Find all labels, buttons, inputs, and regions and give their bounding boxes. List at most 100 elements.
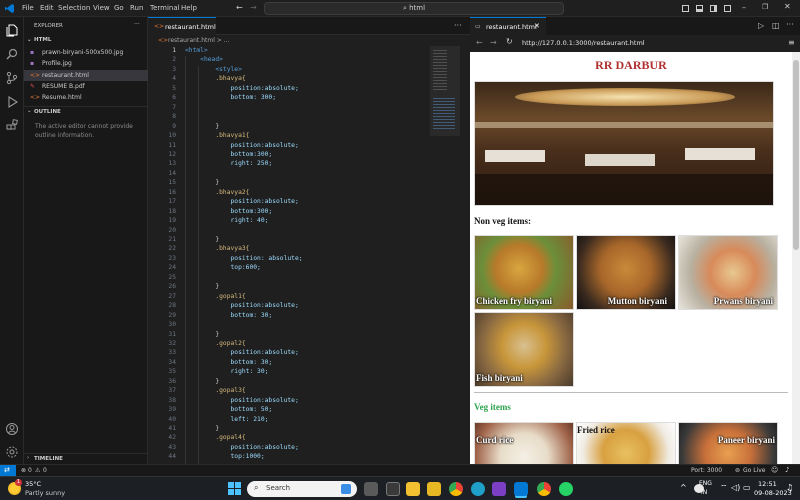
error-count[interactable]: 0 (28, 467, 32, 474)
code-line[interactable]: 18 bottom:300; (148, 207, 470, 216)
menu-edit[interactable]: Edit (40, 4, 54, 12)
code-line[interactable]: 43 position:absolute; (148, 443, 470, 452)
more-actions-icon[interactable]: ··· (134, 21, 140, 28)
show-hidden-icons[interactable]: ^ (680, 483, 687, 492)
menu-go[interactable]: Go (114, 4, 124, 12)
minimize-icon[interactable]: – (742, 3, 746, 12)
code-line[interactable]: 23 position: absolute; (148, 254, 470, 263)
code-line[interactable]: 10 .bhavya1{ (148, 131, 470, 140)
code-line[interactable]: 39 bottom: 50; (148, 405, 470, 414)
edge-icon[interactable] (471, 482, 485, 496)
code-line[interactable]: 30 (148, 320, 470, 329)
settings-gear-icon[interactable] (5, 445, 19, 459)
notifications-bell-icon[interactable]: ♪ (785, 466, 789, 474)
menu-run[interactable]: Run (130, 4, 143, 12)
code-line[interactable]: 31 } (148, 330, 470, 339)
language-eng[interactable]: ENG (699, 480, 712, 487)
code-line[interactable]: 16 .bhavya2{ (148, 188, 470, 197)
code-line[interactable]: 17 position:absolute; (148, 197, 470, 206)
battery-icon[interactable]: ▭ (743, 483, 751, 492)
go-live-button[interactable]: Go Live (743, 467, 765, 474)
browser-menu-icon[interactable]: ≡ (788, 38, 795, 47)
code-line[interactable]: 32 .gopal2{ (148, 339, 470, 348)
code-line[interactable]: 3 <style> (148, 65, 470, 74)
outline-title[interactable]: OUTLINE (34, 109, 61, 115)
clock-time[interactable]: 12:51 (758, 480, 777, 488)
minimap[interactable] (430, 46, 460, 136)
language-in[interactable]: IN (701, 489, 707, 496)
browser-more-icon[interactable]: ··· (786, 20, 794, 29)
folder-chevron-icon[interactable]: ⌄ (27, 37, 32, 43)
file-item[interactable]: <> Resume.html (30, 93, 142, 103)
code-line[interactable]: 35 right: 30; (148, 367, 470, 376)
visual-studio-icon[interactable] (492, 482, 506, 496)
toggle-sidebar-icon[interactable] (682, 5, 689, 12)
code-line[interactable]: 29 bottom: 30; (148, 311, 470, 320)
breadcrumb-path[interactable]: restaurant.html > ... (168, 37, 229, 44)
code-line[interactable]: 24 top:600; (148, 263, 470, 272)
explorer-files-icon[interactable] (5, 23, 19, 37)
whatsapp-icon[interactable] (559, 482, 573, 496)
menu-help[interactable]: Help (181, 4, 197, 12)
file-explorer-icon[interactable] (406, 482, 420, 496)
warnings-icon[interactable]: ⚠ (35, 467, 40, 474)
code-line[interactable]: 25 (148, 273, 470, 282)
weather-temp[interactable]: 35°C (25, 480, 41, 488)
errors-icon[interactable]: ⊗ (21, 467, 26, 474)
outline-chevron-icon[interactable]: ⌄ (27, 108, 32, 114)
browser-back-icon[interactable]: ← (476, 38, 483, 47)
code-line[interactable]: 21 } (148, 235, 470, 244)
code-line[interactable]: 1 <html> (148, 46, 470, 55)
command-center-search[interactable]: ⌕ html (264, 2, 564, 15)
code-line[interactable]: 28 position:absolute; (148, 301, 470, 310)
code-line[interactable]: 34 bottom: 30; (148, 358, 470, 367)
browser-reload-icon[interactable]: ↻ (506, 37, 513, 46)
toggle-secondary-sidebar-icon[interactable] (710, 5, 717, 12)
extensions-icon[interactable] (5, 119, 19, 133)
code-line[interactable]: 9 } (148, 122, 470, 131)
windows-start-icon[interactable] (228, 482, 241, 495)
run-debug-icon[interactable] (5, 95, 19, 109)
code-line[interactable]: 22 .bhavya3{ (148, 244, 470, 253)
notification-center-icon[interactable]: ♫ (786, 483, 793, 492)
task-view-icon[interactable] (364, 482, 378, 496)
back-arrow-icon[interactable]: ← (236, 3, 243, 12)
menu-view[interactable]: View (93, 4, 110, 12)
menu-file[interactable]: File (22, 4, 34, 12)
code-line[interactable]: 15 } (148, 178, 470, 187)
code-line[interactable]: 4 .bhavya{ (148, 74, 470, 83)
folder-html[interactable]: HTML (34, 37, 51, 43)
code-line[interactable]: 33 position:absolute; (148, 348, 470, 357)
file-item[interactable]: ▪ Profile.jpg (30, 59, 142, 69)
restore-icon[interactable]: ❐ (762, 3, 768, 11)
chrome-profile-icon[interactable] (537, 482, 551, 496)
code-line[interactable]: 6 bottom: 300; (148, 93, 470, 102)
account-icon[interactable] (5, 422, 19, 436)
page-scrollbar[interactable] (792, 52, 800, 464)
desktop-icon[interactable] (386, 482, 400, 496)
file-item-active[interactable]: <> restaurant.html (24, 70, 148, 81)
code-line[interactable]: 7 (148, 103, 470, 112)
code-line[interactable]: 12 bottom:300; (148, 150, 470, 159)
code-line[interactable]: 5 position:absolute; (148, 84, 470, 93)
code-line[interactable]: 37 .gopal3{ (148, 386, 470, 395)
code-line[interactable]: 44 top:1000; (148, 452, 470, 461)
run-play-icon[interactable]: ▷ (758, 21, 764, 30)
code-line[interactable]: 38 position:absolute; (148, 396, 470, 405)
code-line[interactable]: 11 position:absolute; (148, 141, 470, 150)
store-icon[interactable] (427, 482, 441, 496)
close-window-icon[interactable]: ✕ (784, 2, 791, 11)
browser-tab[interactable]: ▭ restaurant.html ✕ (470, 17, 546, 35)
vscode-taskbar-icon[interactable] (514, 482, 528, 496)
browser-forward-icon[interactable]: → (490, 38, 497, 47)
code-line[interactable]: 19 right: 40; (148, 216, 470, 225)
source-control-icon[interactable] (5, 71, 19, 85)
timeline-chevron-icon[interactable]: › (27, 455, 29, 461)
feedback-icon[interactable]: ☺ (771, 466, 778, 474)
file-item[interactable]: ✎ RESUME B.pdf (30, 82, 142, 92)
editor-more-icon[interactable]: ··· (454, 21, 462, 30)
url-input[interactable]: http://127.0.0.1:3000/restaurant.html (522, 39, 645, 47)
code-line[interactable]: 36 } (148, 377, 470, 386)
code-line[interactable]: 42 .gopal4{ (148, 433, 470, 442)
code-line[interactable]: 40 left: 210; (148, 415, 470, 424)
